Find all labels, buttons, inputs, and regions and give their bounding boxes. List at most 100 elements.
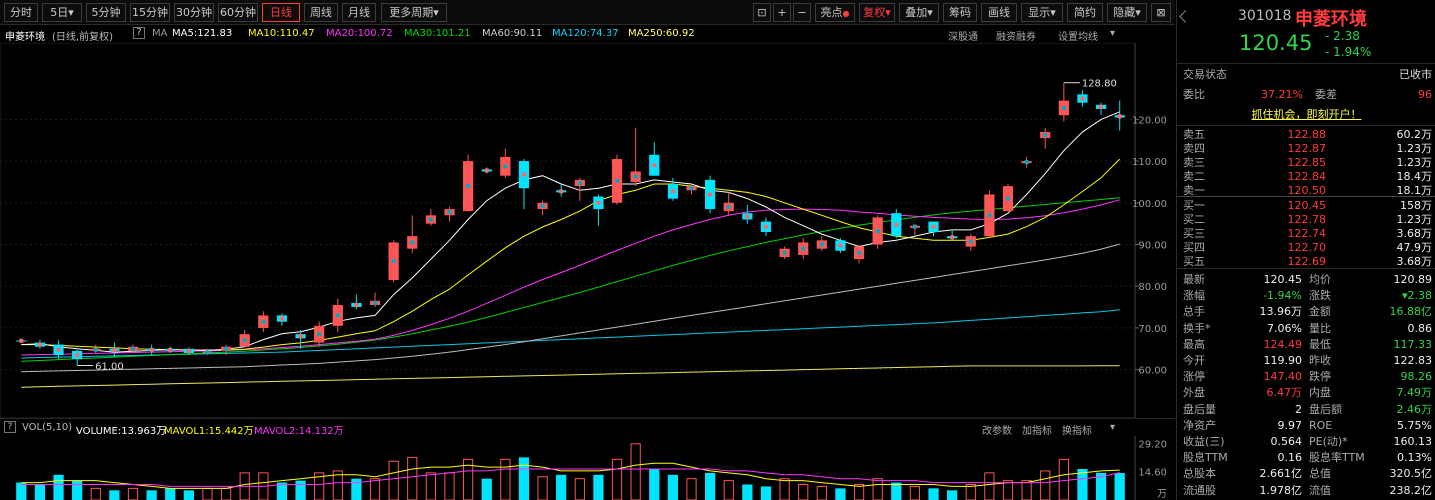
sell-row[interactable]: 卖五 122.88 60.2万 [1177,128,1435,142]
volume-bar [984,472,995,500]
help-icon[interactable]: ? [133,27,145,39]
volume-bar [481,478,492,500]
stat-row: 总手 13.96万 金额 16.88亿 [1177,303,1435,320]
period-tab-5day[interactable]: 5日▾ [42,3,82,22]
help-icon[interactable]: ? [4,421,16,433]
y-tick-label: 60.00 [1138,366,1167,377]
stat-label: ROE [1309,418,1333,432]
change-params-link[interactable]: 改参数 [982,422,1012,437]
highlight-label: 亮点 [820,6,843,19]
stock-code: 301018 [1238,8,1292,24]
buy-volume: 158万 [1400,199,1432,212]
buy-row[interactable]: 买三 122.74 3.68万 [1177,227,1435,241]
candle-marker [1061,105,1066,110]
candle-marker [596,200,601,205]
candle-marker [931,224,936,229]
candle-marker [503,164,508,169]
candle-marker [373,300,378,305]
shenzhen-connect-link[interactable]: 深股通 [948,28,978,43]
sell-level-label: 卖五 [1183,128,1205,141]
chips-button[interactable]: 筹码 [943,3,977,22]
switch-indicator-dropdown-icon[interactable]: ▾ [1110,422,1115,433]
stat-value: 0.16 [1277,451,1303,465]
display-dropdown[interactable]: 显示▾ [1021,3,1063,22]
stat-value: 120.89 [1393,273,1433,286]
collapse-icon[interactable]: ⊠ [1151,3,1171,22]
simple-mode-button[interactable]: 简约 [1067,3,1103,22]
volume-bar [500,458,511,500]
period-tab-monthly[interactable]: 月线 [342,3,376,22]
zoom-in-icon[interactable]: + [773,3,791,22]
zoom-out-icon[interactable]: − [793,3,811,22]
period-tab-5min[interactable]: 5分钟 [86,3,126,22]
buy-row[interactable]: 买一 120.45 158万 [1177,199,1435,213]
kline-chart[interactable]: 120.00 110.00 100.00 90.00 80.00 70.00 60.00 12… [0,42,1175,419]
open-account-link[interactable]: 抓住机会，即刻开户！ [1177,106,1435,123]
volume-bar [1021,480,1032,500]
y-tick-label: 90.00 [1138,241,1167,252]
candle-marker [75,353,80,358]
overlay-dropdown[interactable]: 叠加▾ [899,3,939,22]
period-more-dropdown[interactable]: 更多周期▾ [381,3,447,22]
add-indicator-link[interactable]: 加指标 [1022,422,1052,437]
switch-indicator-link[interactable]: 换指标 [1062,422,1092,437]
adjust-dropdown[interactable]: 复权▾ [859,3,895,22]
period-tab-30min[interactable]: 30分钟 [174,3,214,22]
period-tab-15min[interactable]: 15分钟 [130,3,170,22]
stat-label: 涨幅 [1183,289,1205,303]
period-tab-weekly[interactable]: 周线 [304,3,338,22]
volume-bar [1040,470,1051,500]
margin-trading-link[interactable]: 融资融券 [996,28,1036,43]
period-tab-intraday[interactable]: 分时 [4,3,38,22]
volume-bar [127,487,139,500]
period-tab-daily[interactable]: 日线 [262,3,300,22]
mavol2-value: MAVOL2:14.132万 [254,426,344,437]
buy-volume: 3.68万 [1396,227,1433,240]
volume-bar [760,486,772,500]
stat-value: 7.49万 [1396,386,1433,400]
kline-chart-svg: 120.00 110.00 100.00 90.00 80.00 70.00 60.00 12… [0,42,1167,419]
sell-row[interactable]: 卖四 122.87 1.23万 [1177,142,1435,156]
candle-marker [19,338,24,343]
stat-value: 147.40 [1263,370,1303,384]
volume-bar [556,474,567,500]
set-ma-link[interactable]: 设置均线 [1058,28,1098,43]
period-tab-60min[interactable]: 60分钟 [218,3,258,22]
buy-row[interactable]: 买四 122.70 47.9万 [1177,241,1435,255]
draw-line-button[interactable]: 画线 [981,3,1017,22]
volume-bar [202,487,213,500]
buy-level-label: 买四 [1183,241,1205,254]
volume-bar [369,478,381,500]
stat-label: 总手 [1183,305,1205,319]
stat-value: 124.49 [1263,337,1303,351]
y-tick-label: 100.00 [1132,199,1167,210]
candle-marker [801,246,806,251]
sell-volume: 1.23万 [1396,142,1433,155]
open-account-banner[interactable]: 抓住机会，即刻开户！ [1177,106,1435,123]
set-ma-dropdown-icon[interactable]: ▾ [1110,28,1115,39]
candle-marker [112,347,117,352]
candle-marker [1005,196,1010,201]
buy-row[interactable]: 买五 122.69 3.68万 [1177,255,1435,269]
volume-chart[interactable]: 29.20 14.60 万 [0,436,1175,500]
volume-bar [798,484,809,500]
stat-value: 120.45 [1263,273,1303,286]
stat-row: 盘后量 2 盘后额 2.46万 [1177,401,1435,418]
stat-label: 收益(三) [1183,435,1225,448]
volume-bar [872,478,883,500]
y-tick-label: 80.00 [1138,282,1167,293]
weibi-value: 37.21% [1261,88,1303,101]
divider [1177,63,1435,64]
sell-row[interactable]: 卖三 122.85 1.23万 [1177,156,1435,170]
volume-bar [928,488,939,500]
sell-row[interactable]: 卖二 122.84 18.4万 [1177,170,1435,184]
volume-bar [16,482,27,500]
period-toolbar: 分时 5日▾ 5分钟 15分钟 30分钟 60分钟 日线 周线 月线 更多周期▾… [0,0,1175,25]
highlight-button[interactable]: 亮点● [815,3,855,22]
back-arrow-icon[interactable] [1179,10,1192,23]
lock-icon[interactable]: ⊡ [753,3,771,22]
buy-row[interactable]: 买二 122.78 1.23万 [1177,213,1435,227]
stat-value: 5.75% [1397,418,1432,432]
hide-dropdown[interactable]: 隐藏▾ [1107,3,1147,22]
ma5-value: MA5:121.83 [172,28,233,39]
